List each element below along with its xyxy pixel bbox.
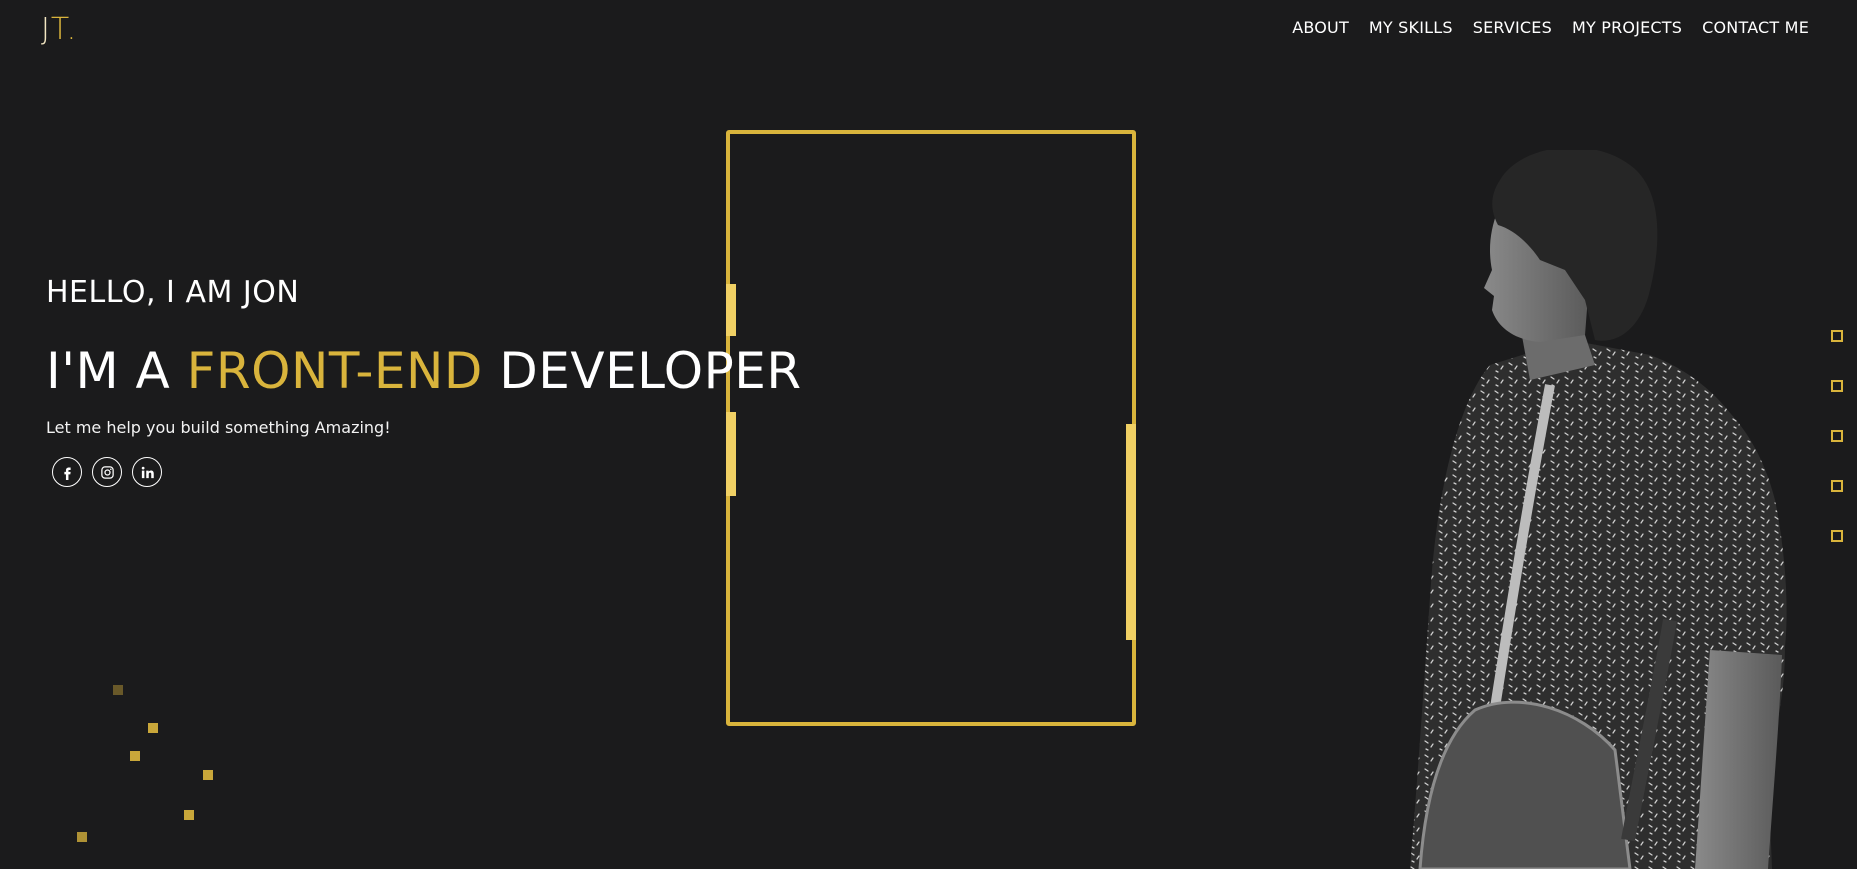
section-dot-5[interactable] <box>1831 530 1843 542</box>
hero-tagline: Let me help you build something Amazing! <box>46 418 391 437</box>
site-logo[interactable]: JT. <box>41 12 77 47</box>
section-dot-4[interactable] <box>1831 480 1843 492</box>
decorative-gold-frame <box>726 130 1136 726</box>
section-indicator-dots <box>1831 330 1843 542</box>
portfolio-hero-page: JT. ABOUT MY SKILLS SERVICES MY PROJECTS… <box>0 0 1857 869</box>
decorative-square <box>148 723 158 733</box>
facebook-link[interactable] <box>52 457 82 487</box>
headline-suffix: DEVELOPER <box>482 342 802 400</box>
decorative-square <box>130 751 140 761</box>
instagram-link[interactable] <box>92 457 122 487</box>
decorative-square <box>203 770 213 780</box>
nav-my-projects[interactable]: MY PROJECTS <box>1572 18 1682 37</box>
decorative-square <box>113 685 123 695</box>
main-nav: ABOUT MY SKILLS SERVICES MY PROJECTS CON… <box>1292 18 1809 37</box>
frame-tab-right <box>1126 424 1136 640</box>
logo-letter-j: J <box>41 12 51 47</box>
hero-greeting: HELLO, I AM JON <box>46 275 300 310</box>
portrait-photo <box>1410 150 1787 869</box>
frame-tab-left-top <box>726 284 736 336</box>
decorative-square <box>184 810 194 820</box>
decorative-square <box>77 832 87 842</box>
section-dot-3[interactable] <box>1831 430 1843 442</box>
nav-my-skills[interactable]: MY SKILLS <box>1369 18 1453 37</box>
linkedin-icon <box>141 466 154 478</box>
section-dot-2[interactable] <box>1831 380 1843 392</box>
linkedin-link[interactable] <box>132 457 162 487</box>
nav-services[interactable]: SERVICES <box>1473 18 1552 37</box>
social-links <box>52 457 162 487</box>
facebook-icon <box>63 467 71 480</box>
headline-accent: FRONT-END <box>186 342 483 400</box>
hero-headline: I'M A FRONT-END DEVELOPER <box>46 342 802 400</box>
frame-tab-left-bottom <box>726 412 736 496</box>
instagram-icon <box>100 465 114 479</box>
nav-contact-me[interactable]: CONTACT ME <box>1702 18 1809 37</box>
nav-about[interactable]: ABOUT <box>1292 18 1349 37</box>
headline-prefix: I'M A <box>46 342 187 400</box>
section-dot-1[interactable] <box>1831 330 1843 342</box>
logo-letter-t: T. <box>50 12 78 47</box>
